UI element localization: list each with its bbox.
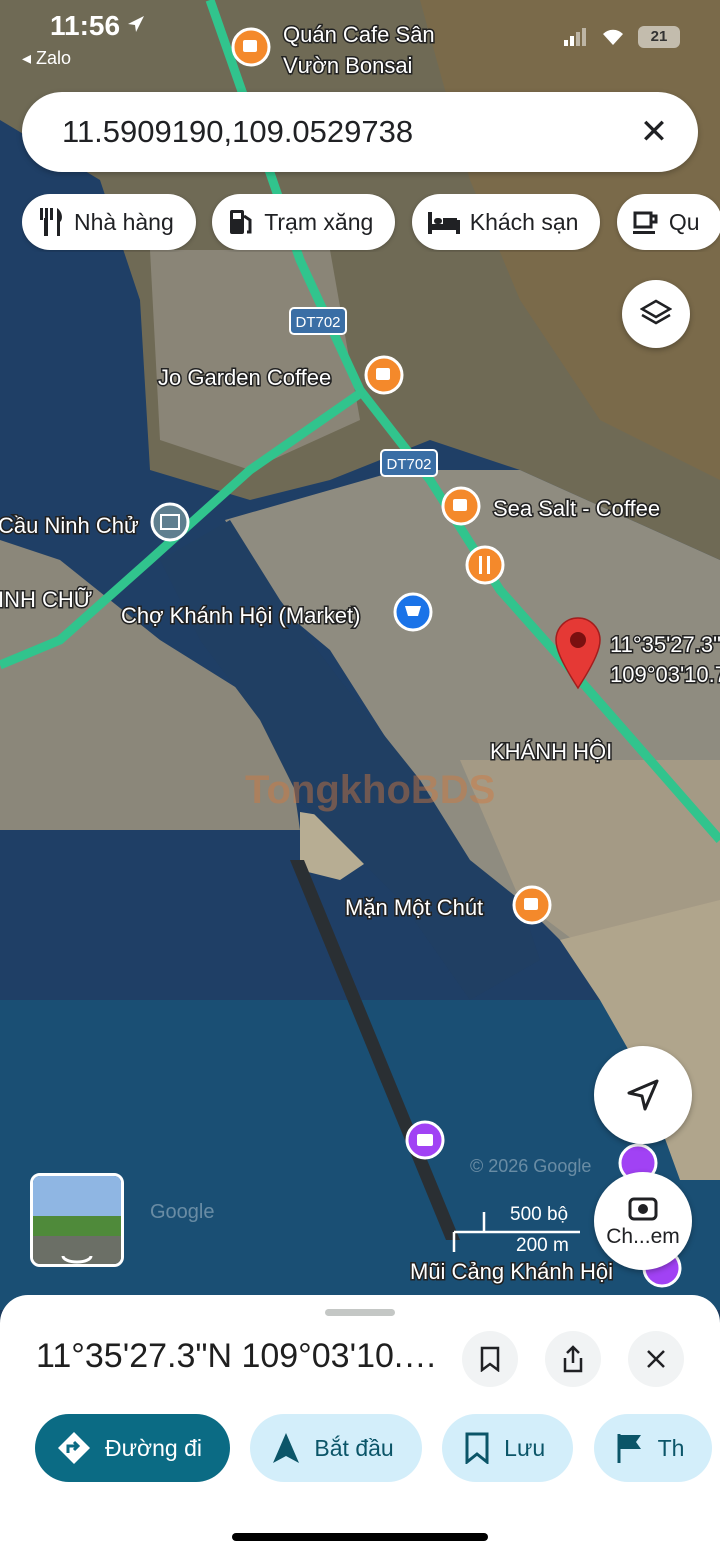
battery-icon: 21 [638,26,680,48]
photo-poi[interactable] [405,1120,445,1160]
location-arrow-icon [128,16,144,32]
scale-metric: 200 m [516,1235,569,1256]
sheet-drag-handle[interactable] [325,1309,395,1316]
photo-search-label: Ch...em [606,1225,680,1248]
road-shield-dt702: DT702 [386,456,431,473]
flag-icon [617,1434,641,1463]
google-attribution: Google [150,1201,215,1223]
restaurant-icon [40,208,62,236]
area-label-khanh-hoi: KHÁNH HỘI [490,739,612,764]
pin-coordinate-label: 11°35'27.3"N [610,632,720,657]
directions-icon [58,1432,90,1464]
clock: 11:56 [50,10,121,41]
bookmark-icon [480,1346,500,1372]
chip-hotels[interactable]: Khách sạn [411,194,601,250]
area-label-ninh-chu: INH CHỮ [0,587,93,612]
signal-icon [564,28,586,46]
clear-search-button[interactable]: ✕ [632,110,676,154]
coffee-icon [632,211,658,234]
bookmark-icon [465,1432,489,1464]
layers-button[interactable] [622,280,690,348]
status-bar: 11:56 ◂ Zalo 21 [0,0,720,80]
bridge-poi[interactable] [150,502,190,542]
add-label-button[interactable]: Th [593,1414,713,1482]
chip-coffee[interactable]: Qu [616,194,720,250]
layers-icon [640,299,672,325]
chip-restaurants[interactable]: Nhà hàng [22,194,196,250]
search-bar[interactable]: 11.5909190,109.0529738 ✕ [22,92,698,172]
cafe-poi-man-mot-chut[interactable] [512,885,552,925]
category-chips: Nhà hàng Trạm xăng Khách sạn Qu [22,194,720,252]
place-title: 11°35'27.3"N 109°03'10.7"E [36,1337,456,1375]
pin-coordinate-label-2: 109°03'10.7 [610,662,720,687]
close-icon [647,1350,665,1368]
scale-imperial: 500 bộ [510,1204,569,1225]
watermark-text: TongkhoBDS [245,768,495,812]
map-scale: 500 bộ 200 m [452,1202,582,1260]
close-sheet-button[interactable] [628,1331,684,1387]
copyright-text: © 2026 Google [470,1156,591,1176]
chip-gas-stations[interactable]: Trạm xăng [212,194,396,250]
search-input[interactable]: 11.5909190,109.0529738 [62,114,413,150]
cafe-poi-sea-salt[interactable] [441,486,481,526]
place-label-market[interactable]: Chợ Khánh Hội (Market) [120,602,362,630]
road-shield-dt702: DT702 [295,314,340,331]
place-label-mui-cang[interactable]: Mũi Cảng Khánh Hội [409,1258,615,1286]
share-icon [563,1345,583,1373]
place-label-jo-garden[interactable]: Jo Garden Coffee [157,364,333,392]
street-view-thumbnail[interactable] [30,1173,124,1267]
place-label-man-mot-chut[interactable]: Mặn Một Chút [344,894,485,922]
home-indicator [232,1533,488,1541]
navigation-arrow-icon [627,1079,659,1111]
navigation-arrow-icon [273,1433,300,1463]
place-label-bridge[interactable]: Cầu Ninh Chử [0,512,140,540]
camera-icon [628,1197,658,1221]
directions-button[interactable]: Đường đi [35,1414,230,1482]
restaurant-poi[interactable] [465,545,505,585]
place-label-sea-salt[interactable]: Sea Salt - Coffee [492,495,662,523]
market-poi[interactable] [393,592,433,632]
wifi-icon [603,29,623,45]
my-location-button[interactable] [594,1046,692,1144]
save-button[interactable]: Lưu [442,1414,574,1482]
share-button[interactable] [545,1331,601,1387]
start-navigation-button[interactable]: Bắt đầu [250,1414,422,1482]
back-to-app-link[interactable]: ◂ Zalo [22,48,71,69]
street-view-preview [33,1176,121,1264]
action-buttons-row: Đường đi Bắt đầu Lưu Th [35,1414,720,1484]
save-bookmark-button[interactable] [462,1331,518,1387]
photo-search-button[interactable]: Ch...em [594,1172,692,1270]
place-bottom-sheet: 11°35'27.3"N 109°03'10.7"E Đường đi Bắt … [0,1295,720,1557]
gas-station-icon [230,210,252,234]
hotel-icon [427,212,460,234]
cafe-poi-jo-garden[interactable] [364,355,404,395]
